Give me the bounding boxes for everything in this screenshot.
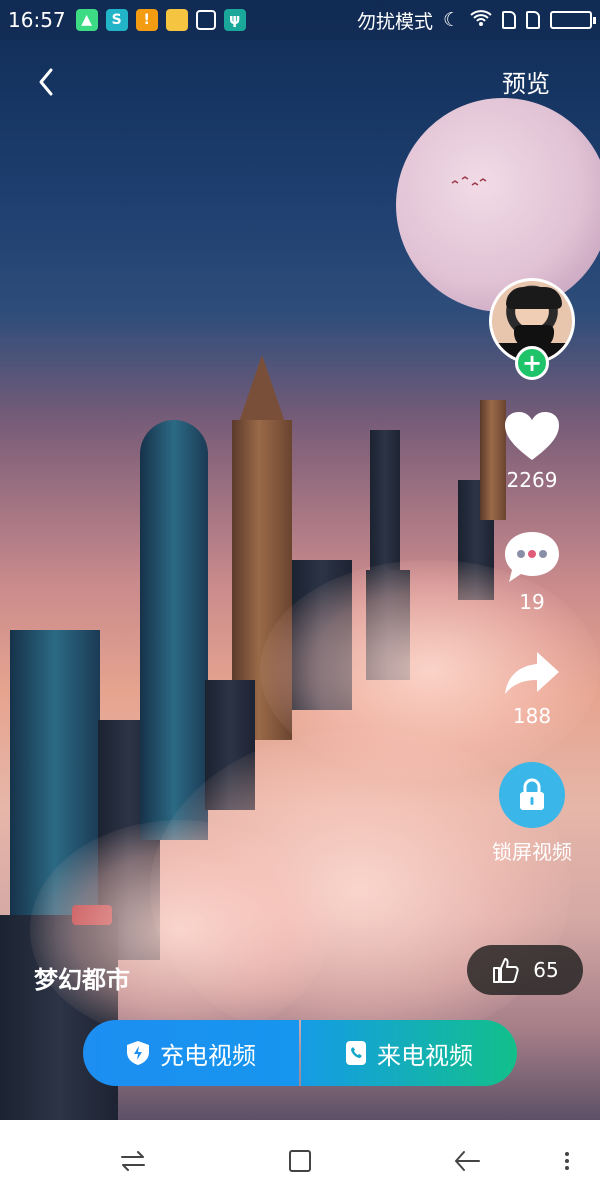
status-bar: 16:57 ▲ S ! ψ 勿扰模式 ☾ [0,0,600,40]
birds-decoration [450,174,490,188]
thumbs-up-icon [493,958,519,983]
charge-video-button[interactable]: 充电视频 [83,1020,299,1086]
back-button[interactable] [26,62,66,102]
share-button[interactable]: 188 [482,650,582,728]
share-count: 188 [512,704,552,728]
sim-icon [526,11,540,29]
lockscreen-video-button[interactable]: 锁屏视频 [482,762,582,865]
recent-apps-button[interactable] [116,1144,150,1178]
sim-icon [502,11,516,29]
comment-count: 19 [519,590,545,614]
chevron-left-icon [39,68,53,96]
menu-button[interactable] [550,1144,584,1178]
follow-button[interactable]: + [515,346,549,380]
wifi-icon [470,9,492,32]
home-button[interactable] [283,1144,317,1178]
thumbs-up-count: 65 [533,958,559,982]
set-video-bar: 充电视频 来电视频 [83,1020,517,1086]
tower [140,420,208,840]
plus-icon: + [521,349,543,377]
back-nav-button[interactable] [450,1144,484,1178]
preview-button[interactable]: 预览 [502,64,550,99]
share-arrow-icon [505,652,559,694]
fog [30,820,330,1040]
battery-icon [550,11,596,29]
back-arrow-icon [455,1151,480,1171]
android-icon: ▲ [75,9,98,31]
thumbs-up-button[interactable]: 65 [467,945,583,995]
swirl-app-icon: S [105,9,128,31]
tower [238,355,286,425]
broom-icon [195,10,216,30]
shield-charge-icon [127,1041,149,1065]
lockscreen-video-label: 锁屏视频 [492,840,572,864]
call-video-button[interactable]: 来电视频 [301,1020,517,1086]
comment-button[interactable]: 19 [482,530,582,614]
warning-icon: ! [135,9,158,31]
video-title: 梦幻都市 [34,966,130,994]
usb-icon: ψ [223,9,246,31]
like-count: 2269 [506,468,558,492]
phone-video-icon [346,1041,366,1065]
call-video-label: 来电视频 [377,1041,473,1070]
more-dots-icon [565,1152,569,1170]
charge-video-label: 充电视频 [160,1041,256,1070]
moon-icon: ☾ [442,9,460,31]
folder-icon [165,9,188,31]
square-icon [289,1150,311,1172]
system-nav-bar [0,1120,600,1200]
dnd-label: 勿扰模式 [356,10,433,33]
like-button[interactable]: 2269 [482,410,582,492]
lock-button-circle[interactable] [499,762,565,828]
status-time: 16:57 [8,8,66,32]
heart-icon [505,412,559,460]
author-avatar[interactable]: + [489,278,575,380]
comment-bubble-icon [505,532,559,582]
lock-icon [520,778,544,810]
switch-arrows-icon [121,1151,145,1171]
